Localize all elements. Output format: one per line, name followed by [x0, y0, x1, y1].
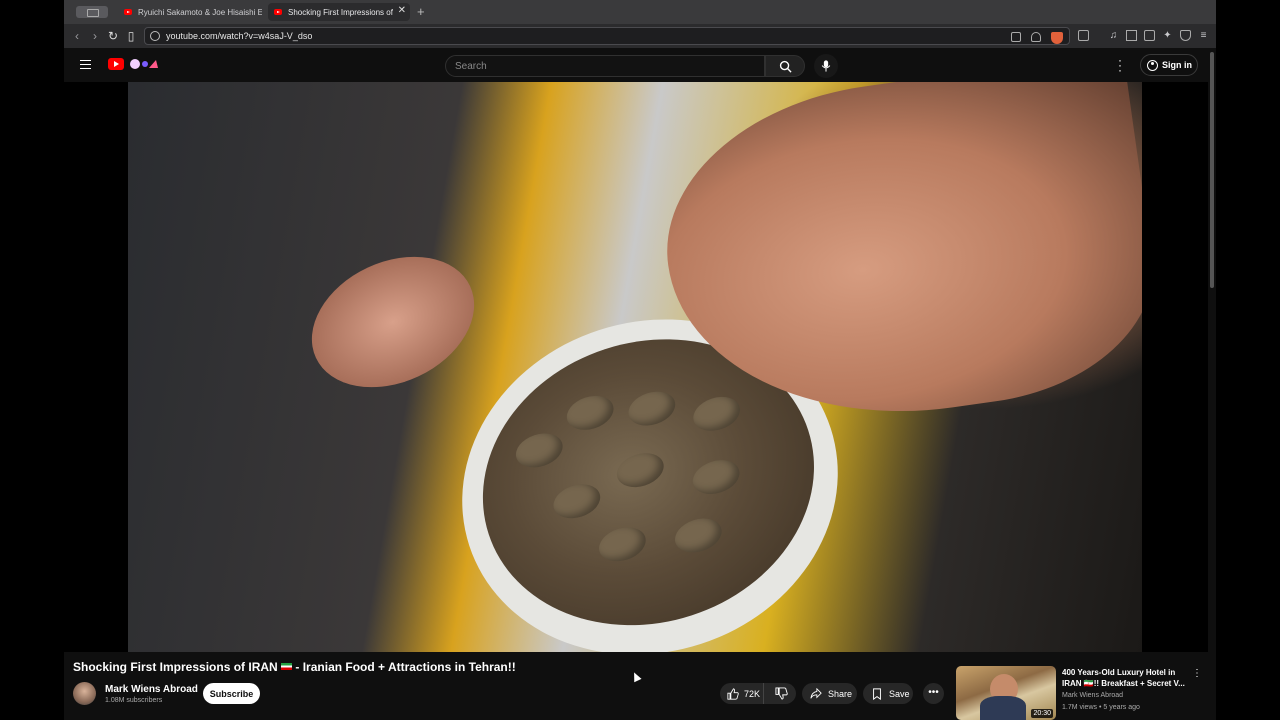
voice-search-button[interactable] [814, 54, 838, 78]
subscribe-button[interactable]: Subscribe [203, 683, 260, 704]
channel-avatar[interactable] [73, 682, 96, 705]
new-tab-icon[interactable]: + [417, 4, 425, 19]
save-label: Save [889, 688, 910, 699]
search-box[interactable] [445, 55, 765, 77]
browser-toolbar: ‹ › ↻ ▯ youtube.com/watch?v=w4saJ-V_dso … [64, 24, 1216, 48]
bookmark-icon[interactable]: ▯ [124, 28, 138, 44]
youtube-favicon-icon [124, 9, 132, 15]
video-player[interactable] [64, 82, 1208, 652]
like-dislike-group: 72K [720, 683, 796, 704]
account-icon [1147, 59, 1158, 71]
wallet2-icon[interactable] [1144, 30, 1155, 41]
like-icon [727, 687, 739, 700]
hamburger-icon[interactable] [80, 60, 91, 69]
video-title-main: Shocking First Impressions of IRAN [73, 660, 278, 674]
channel-name[interactable]: Mark Wiens Abroad [105, 684, 198, 695]
share-icon [810, 687, 822, 698]
youtube-logo[interactable] [108, 58, 124, 70]
search-button[interactable] [765, 55, 805, 77]
save-button[interactable]: Save [863, 683, 913, 704]
leo-icon[interactable]: ✦ [1162, 30, 1173, 41]
cast-icon[interactable] [1011, 32, 1021, 42]
brave-shields-icon[interactable] [1051, 32, 1063, 44]
tab-title: Ryuichi Sakamoto & Joe Hisaishi E [138, 7, 262, 17]
search-icon [779, 60, 792, 73]
like-button[interactable]: 72K [720, 683, 764, 704]
share-label: Share [828, 688, 853, 699]
recommended-thumbnail[interactable]: 20:30 [956, 666, 1056, 720]
tab-manager-icon[interactable] [76, 6, 108, 18]
scrollbar-thumb[interactable] [1210, 52, 1214, 288]
subscriber-count: 1.08M subscribers [105, 697, 163, 704]
url-text[interactable]: youtube.com/watch?v=w4saJ-V_dso [166, 31, 312, 41]
forward-icon[interactable]: › [88, 28, 102, 44]
iran-flag-icon [281, 663, 293, 670]
page-scrollbar[interactable] [1208, 48, 1216, 720]
open-hand-image [290, 231, 496, 413]
youtube-favicon-icon [274, 9, 282, 15]
recommended-video[interactable]: 20:30 400 Years-Old Luxury Hotel in IRAN… [956, 666, 1206, 720]
wallet-icon[interactable] [1078, 30, 1089, 41]
screen: Ryuichi Sakamoto & Joe Hisaishi E Shocki… [0, 0, 1280, 720]
search-input[interactable] [446, 56, 764, 76]
vpn-icon[interactable] [1180, 30, 1191, 41]
sign-in-button[interactable]: Sign in [1140, 54, 1198, 76]
recommended-channel[interactable]: Mark Wiens Abroad [1062, 692, 1123, 699]
browser-window: Ryuichi Sakamoto & Joe Hisaishi E Shocki… [64, 0, 1216, 720]
tab-title: Shocking First Impressions of [288, 7, 393, 17]
sidebar-icon[interactable] [1126, 30, 1137, 41]
video-duration: 20:30 [1031, 709, 1053, 718]
reload-icon[interactable]: ↻ [106, 28, 120, 44]
youtube-header: ··· Sign in [64, 48, 1208, 82]
tab-strip: Ryuichi Sakamoto & Joe Hisaishi E Shocki… [64, 0, 1216, 24]
recommended-title[interactable]: 400 Years-Old Luxury Hotel in IRAN 🇮🇷!! … [1062, 667, 1190, 689]
video-title-suffix: - Iranian Food + Attractions in Tehran!! [295, 660, 516, 674]
dislike-icon[interactable] [775, 687, 788, 700]
recommended-meta: 1.7M views • 5 years ago [1062, 704, 1140, 711]
sign-in-label: Sign in [1162, 60, 1192, 70]
video-title: Shocking First Impressions of IRAN - Ira… [73, 660, 516, 674]
menu-icon[interactable]: ≡ [1198, 30, 1209, 41]
music-icon[interactable]: ♫ [1108, 30, 1119, 41]
share-button[interactable]: Share [802, 683, 857, 704]
share-page-icon[interactable] [1031, 32, 1041, 42]
recommended-menu-icon[interactable]: ⋮ [1192, 668, 1202, 679]
close-tab-icon[interactable]: ✕ [398, 5, 406, 16]
settings-kebab-icon[interactable]: · · · [1118, 54, 1122, 76]
more-actions-icon[interactable]: ••• [923, 683, 944, 704]
save-icon [873, 687, 881, 700]
back-icon[interactable]: ‹ [70, 28, 84, 44]
tab-ryuichi[interactable]: Ryuichi Sakamoto & Joe Hisaishi E [118, 3, 262, 21]
video-frame [128, 82, 1142, 652]
like-count: 72K [744, 688, 761, 699]
doodle-icon[interactable] [128, 57, 160, 71]
address-bar[interactable]: youtube.com/watch?v=w4saJ-V_dso [144, 27, 1070, 45]
mic-icon [821, 60, 831, 72]
site-info-icon[interactable] [150, 31, 160, 41]
tab-shocking-first-impressions[interactable]: Shocking First Impressions of ✕ [268, 3, 410, 21]
